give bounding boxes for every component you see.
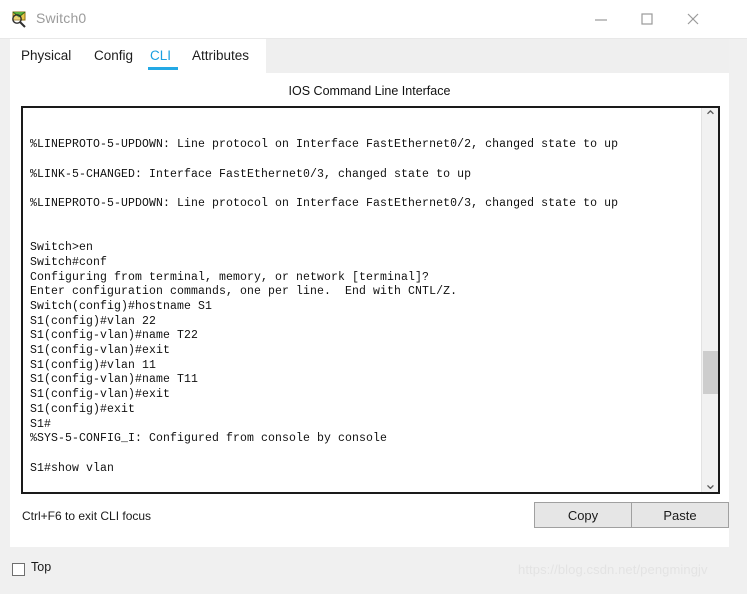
close-icon[interactable] bbox=[670, 0, 716, 38]
switch-device-window: Switch0 Physical Config CLI Attributes I… bbox=[0, 0, 747, 594]
top-checkbox-label[interactable]: Top bbox=[31, 560, 51, 574]
maximize-icon[interactable] bbox=[624, 0, 670, 38]
scroll-down-icon[interactable]: ⌄ bbox=[702, 475, 718, 493]
scroll-up-icon[interactable]: ⌃ bbox=[702, 108, 718, 126]
switch-device-icon bbox=[10, 9, 30, 29]
tab-physical[interactable]: Physical bbox=[21, 39, 71, 73]
watermark: https://blog.csdn.net/pengmingjv bbox=[518, 562, 708, 577]
window-title: Switch0 bbox=[36, 10, 87, 26]
cli-console[interactable]: %LINEPROTO-5-UPDOWN: Line protocol on In… bbox=[21, 106, 720, 494]
cli-panel: IOS Command Line Interface %LINEPROTO-5-… bbox=[10, 73, 729, 547]
tab-active-indicator bbox=[148, 67, 178, 70]
tab-attributes[interactable]: Attributes bbox=[192, 39, 249, 73]
console-scrollbar[interactable]: ⌃ ⌄ bbox=[701, 108, 718, 492]
paste-button[interactable]: Paste bbox=[631, 502, 729, 528]
scrollbar-thumb[interactable] bbox=[703, 351, 718, 394]
minimize-icon[interactable] bbox=[578, 0, 624, 38]
cli-focus-hint: Ctrl+F6 to exit CLI focus bbox=[22, 509, 152, 523]
panel-heading: IOS Command Line Interface bbox=[288, 84, 451, 98]
title-bar: Switch0 bbox=[0, 0, 747, 39]
top-checkbox[interactable] bbox=[12, 563, 25, 576]
cli-console-text: %LINEPROTO-5-UPDOWN: Line protocol on In… bbox=[30, 138, 619, 475]
tab-config[interactable]: Config bbox=[94, 39, 133, 73]
copy-button[interactable]: Copy bbox=[534, 502, 632, 528]
